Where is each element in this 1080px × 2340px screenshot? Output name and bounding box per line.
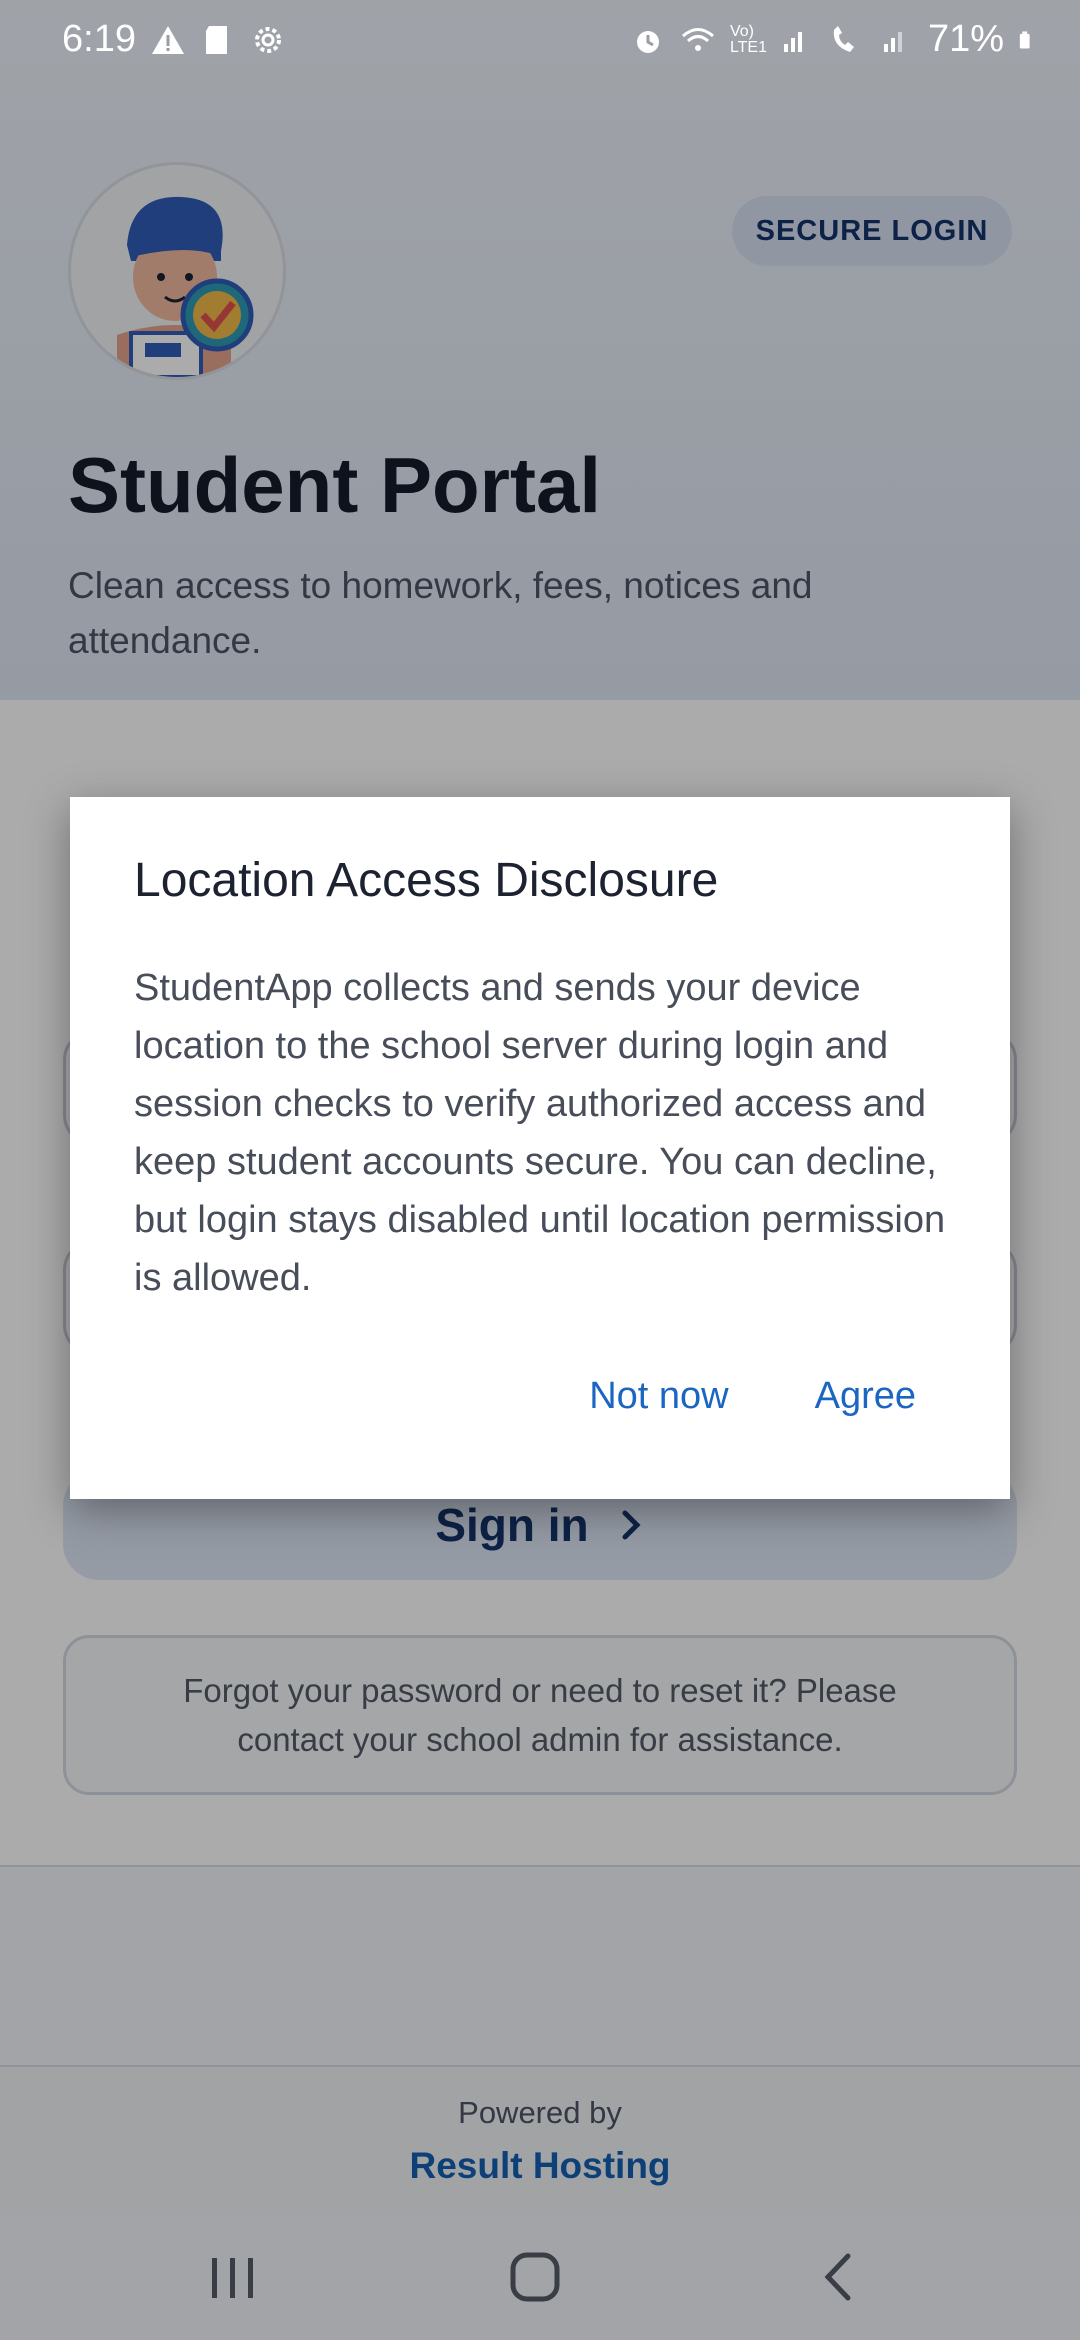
network-type-label: Vo) LTE1 xyxy=(729,22,767,56)
battery-percent: 71% xyxy=(927,18,1004,60)
warning-icon xyxy=(152,26,184,54)
agree-button[interactable]: Agree xyxy=(815,1375,916,1418)
not-now-button[interactable]: Not now xyxy=(589,1375,728,1418)
status-bar: 6:19 Vo) LTE1 71% xyxy=(0,0,1080,82)
wifi-icon xyxy=(681,27,714,51)
wifi-calling-icon xyxy=(833,25,854,52)
battery-icon xyxy=(1019,30,1030,49)
signal-icon xyxy=(883,31,902,52)
sd-card-icon xyxy=(206,26,227,54)
dialog-body: StudentApp collects and sends your devic… xyxy=(134,967,946,1299)
dialog-title: Location Access Disclosure xyxy=(134,854,719,907)
location-disclosure-dialog: Location Access Disclosure StudentApp co… xyxy=(70,797,1010,1499)
gear-icon xyxy=(255,27,281,53)
signal-icon xyxy=(783,31,802,52)
dialog-actions: Not now Agree xyxy=(589,1375,916,1418)
status-time: 6:19 xyxy=(62,18,136,60)
alarm-icon xyxy=(636,30,659,53)
